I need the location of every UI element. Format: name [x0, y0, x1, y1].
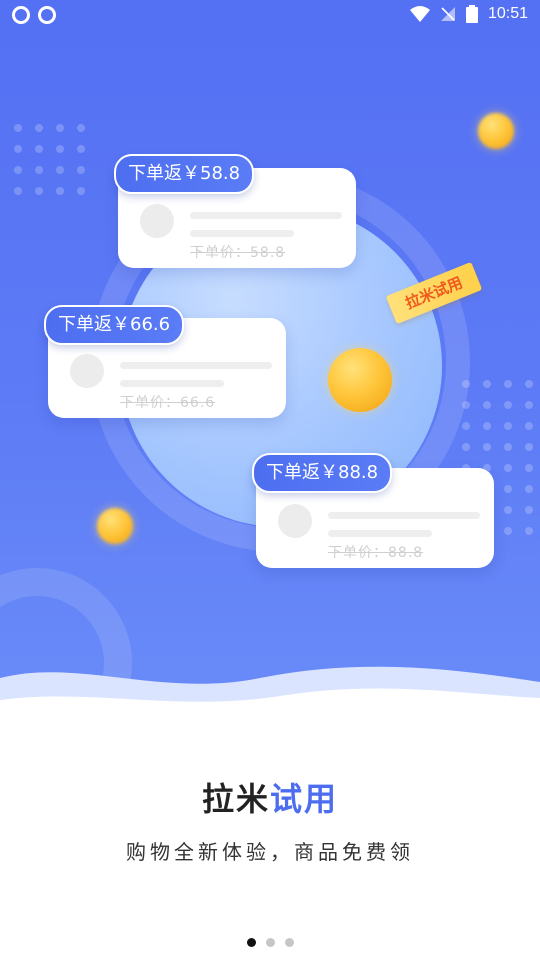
status-time: 10:51 [487, 5, 528, 22]
order-price: 下单价：88.8 [328, 545, 424, 561]
text-placeholder [328, 512, 480, 519]
hero-illustration: 10:51 下单价：58.8 下单返￥58.8 下单价：66.6 下单返￥66.… [0, 0, 540, 720]
page-subtitle: 购物全新体验，商品免费领 [126, 840, 414, 864]
cashback-badge: 下单返￥88.8 [252, 453, 393, 493]
notification-icon [12, 6, 30, 24]
page-title: 拉米试用 [0, 774, 540, 820]
order-price: 下单价：58.8 [190, 245, 286, 261]
cashback-badge: 下单返￥58.8 [114, 154, 255, 194]
pager-dot[interactable] [284, 938, 294, 947]
wave-divider [0, 666, 540, 720]
status-bar: 10:51 [0, 0, 540, 32]
title-accent: 试用 [270, 780, 339, 818]
text-placeholder [120, 380, 224, 387]
order-price: 下单价：66.6 [120, 395, 216, 411]
dot-pattern-decoration [14, 124, 85, 195]
text-placeholder [328, 530, 432, 537]
text-placeholder [190, 212, 342, 219]
battery-icon [465, 5, 478, 23]
product-image-placeholder [70, 354, 104, 388]
coin-icon [97, 508, 133, 544]
coin-icon [328, 348, 392, 412]
text-placeholder [120, 362, 272, 369]
text-placeholder [190, 230, 294, 237]
wifi-icon [409, 6, 430, 22]
page-indicator [0, 938, 540, 947]
coin-icon [478, 113, 514, 149]
product-image-placeholder [278, 504, 312, 538]
title-main: 拉米 [201, 780, 270, 818]
cashback-badge: 下单返￥66.6 [44, 305, 185, 345]
product-image-placeholder [140, 204, 174, 238]
no-signal-icon [440, 7, 455, 21]
pager-dot[interactable] [265, 938, 275, 947]
notification-icon [38, 6, 56, 24]
pager-dot-active[interactable] [246, 938, 256, 947]
